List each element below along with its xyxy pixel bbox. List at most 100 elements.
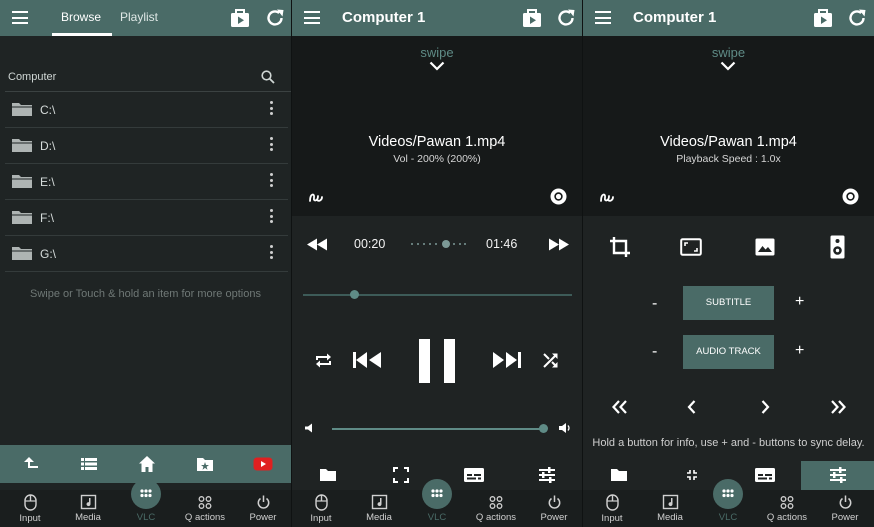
subtitle-delay-plus-button[interactable]: + bbox=[795, 293, 804, 311]
tab-playlist[interactable]: Playlist bbox=[120, 10, 158, 24]
more-options-icon[interactable] bbox=[270, 101, 274, 117]
volume-slider-thumb[interactable] bbox=[538, 424, 548, 433]
nav-power[interactable]: Power bbox=[238, 494, 288, 523]
mouse-icon bbox=[314, 494, 328, 511]
nav-input[interactable]: Input bbox=[5, 494, 55, 524]
nav-q-actions[interactable]: Q actions bbox=[762, 494, 812, 523]
progress-slider[interactable] bbox=[303, 294, 572, 296]
nav-input[interactable]: Input bbox=[296, 494, 346, 524]
bottom-nav: Input Media VLC Q actions Power bbox=[0, 479, 291, 527]
tab-browse[interactable]: Browse bbox=[61, 10, 101, 24]
youtube-icon[interactable] bbox=[253, 455, 273, 473]
subtitle-delay-minus-button[interactable]: - bbox=[652, 295, 657, 313]
nav-media-label: Media bbox=[75, 512, 101, 523]
audio-delay-plus-button[interactable]: + bbox=[795, 342, 804, 360]
vlc-button[interactable] bbox=[422, 479, 452, 509]
equalizer-tab-active[interactable] bbox=[801, 461, 874, 490]
nav-media[interactable]: Media bbox=[63, 494, 113, 523]
previous-track-icon[interactable] bbox=[352, 351, 382, 369]
list-item[interactable]: C:\ bbox=[5, 92, 288, 128]
refresh-icon[interactable] bbox=[846, 7, 868, 29]
fast-forward-icon[interactable] bbox=[548, 238, 570, 251]
record-icon[interactable] bbox=[550, 188, 567, 205]
folder-icon[interactable] bbox=[319, 468, 337, 482]
subtitles-icon[interactable] bbox=[463, 467, 485, 483]
nav-q-actions[interactable]: Q actions bbox=[471, 494, 521, 523]
search-icon[interactable] bbox=[261, 70, 275, 84]
vlc-button[interactable] bbox=[713, 479, 743, 509]
more-options-icon[interactable] bbox=[270, 173, 274, 189]
nav-media[interactable]: Media bbox=[645, 494, 695, 523]
menu-icon[interactable] bbox=[304, 11, 320, 24]
play-briefcase-icon[interactable] bbox=[812, 7, 834, 29]
now-playing-area[interactable]: swipe Videos/Pawan 1.mp4 Vol - 200% (200… bbox=[292, 36, 582, 216]
favorite-folder-icon[interactable] bbox=[196, 455, 214, 473]
speaker-icon[interactable] bbox=[830, 235, 845, 259]
double-chevron-right-icon[interactable] bbox=[830, 400, 846, 414]
volume-up-icon[interactable] bbox=[558, 422, 572, 434]
play-briefcase-icon[interactable] bbox=[229, 7, 251, 29]
nav-media[interactable]: Media bbox=[354, 494, 404, 523]
menu-icon[interactable] bbox=[12, 11, 28, 24]
gesture-icon[interactable] bbox=[308, 189, 324, 203]
more-options-icon[interactable] bbox=[270, 245, 274, 261]
double-chevron-left-icon[interactable] bbox=[612, 400, 628, 414]
home-icon[interactable] bbox=[138, 455, 156, 473]
volume-slider[interactable] bbox=[332, 428, 543, 430]
nav-input[interactable]: Input bbox=[587, 494, 637, 524]
fullscreen-icon[interactable] bbox=[393, 467, 409, 483]
sync-topbar: Computer 1 bbox=[583, 0, 874, 36]
vlc-button[interactable] bbox=[131, 479, 161, 509]
pause-icon[interactable] bbox=[418, 338, 456, 384]
volume-down-icon[interactable] bbox=[304, 423, 316, 433]
repeat-icon[interactable] bbox=[315, 352, 332, 369]
browse-panel: Browse Playlist Computer C:\ D:\ E:\ F:\… bbox=[0, 0, 291, 527]
record-icon[interactable] bbox=[842, 188, 859, 205]
exit-fullscreen-icon[interactable] bbox=[686, 469, 698, 481]
jump-dots-indicator[interactable] bbox=[410, 239, 466, 249]
play-briefcase-icon[interactable] bbox=[521, 7, 543, 29]
audio-track-button[interactable]: AUDIO TRACK bbox=[683, 335, 774, 369]
equalizer-icon bbox=[830, 467, 846, 483]
list-item[interactable]: E:\ bbox=[5, 164, 288, 200]
gesture-icon[interactable] bbox=[599, 189, 615, 203]
mouse-icon bbox=[23, 494, 37, 511]
swipe-label: swipe bbox=[711, 45, 746, 60]
more-options-icon[interactable] bbox=[270, 209, 274, 225]
more-options-icon[interactable] bbox=[270, 137, 274, 153]
nav-power[interactable]: Power bbox=[820, 494, 870, 523]
refresh-icon[interactable] bbox=[264, 7, 286, 29]
audio-delay-minus-button[interactable]: - bbox=[652, 343, 657, 361]
progress-slider-thumb[interactable] bbox=[349, 290, 359, 299]
chevron-down-icon[interactable] bbox=[720, 61, 736, 71]
subtitle-button[interactable]: SUBTITLE bbox=[683, 286, 774, 320]
menu-icon[interactable] bbox=[595, 11, 611, 24]
crop-icon[interactable] bbox=[609, 236, 631, 258]
total-duration: 01:46 bbox=[486, 237, 518, 251]
list-item[interactable]: G:\ bbox=[5, 236, 288, 272]
refresh-icon[interactable] bbox=[555, 7, 577, 29]
folder-icon[interactable] bbox=[610, 468, 628, 482]
nav-media-label: Media bbox=[657, 512, 683, 523]
shuffle-icon[interactable] bbox=[542, 352, 559, 369]
list-item[interactable]: D:\ bbox=[5, 128, 288, 164]
chevron-down-icon[interactable] bbox=[429, 61, 445, 71]
list-view-icon[interactable] bbox=[80, 455, 98, 473]
now-playing-area[interactable]: swipe Videos/Pawan 1.mp4 Playback Speed … bbox=[583, 36, 874, 216]
nav-power[interactable]: Power bbox=[529, 494, 579, 523]
chevron-right-icon[interactable] bbox=[760, 400, 770, 414]
chevron-left-icon[interactable] bbox=[687, 400, 697, 414]
nav-vlc-label: VLC bbox=[427, 512, 447, 523]
media-icon bbox=[80, 494, 96, 510]
nav-q-actions[interactable]: Q actions bbox=[180, 494, 230, 523]
power-icon bbox=[839, 495, 851, 509]
elapsed-time: 00:20 bbox=[354, 237, 386, 251]
rewind-icon[interactable] bbox=[306, 238, 328, 251]
list-item[interactable]: F:\ bbox=[5, 200, 288, 236]
aspect-ratio-icon[interactable] bbox=[680, 238, 702, 256]
snapshot-image-icon[interactable] bbox=[755, 238, 775, 256]
subtitles-icon[interactable] bbox=[754, 467, 776, 483]
next-track-icon[interactable] bbox=[492, 351, 522, 369]
up-folder-icon[interactable] bbox=[22, 455, 40, 473]
equalizer-icon[interactable] bbox=[538, 467, 556, 483]
